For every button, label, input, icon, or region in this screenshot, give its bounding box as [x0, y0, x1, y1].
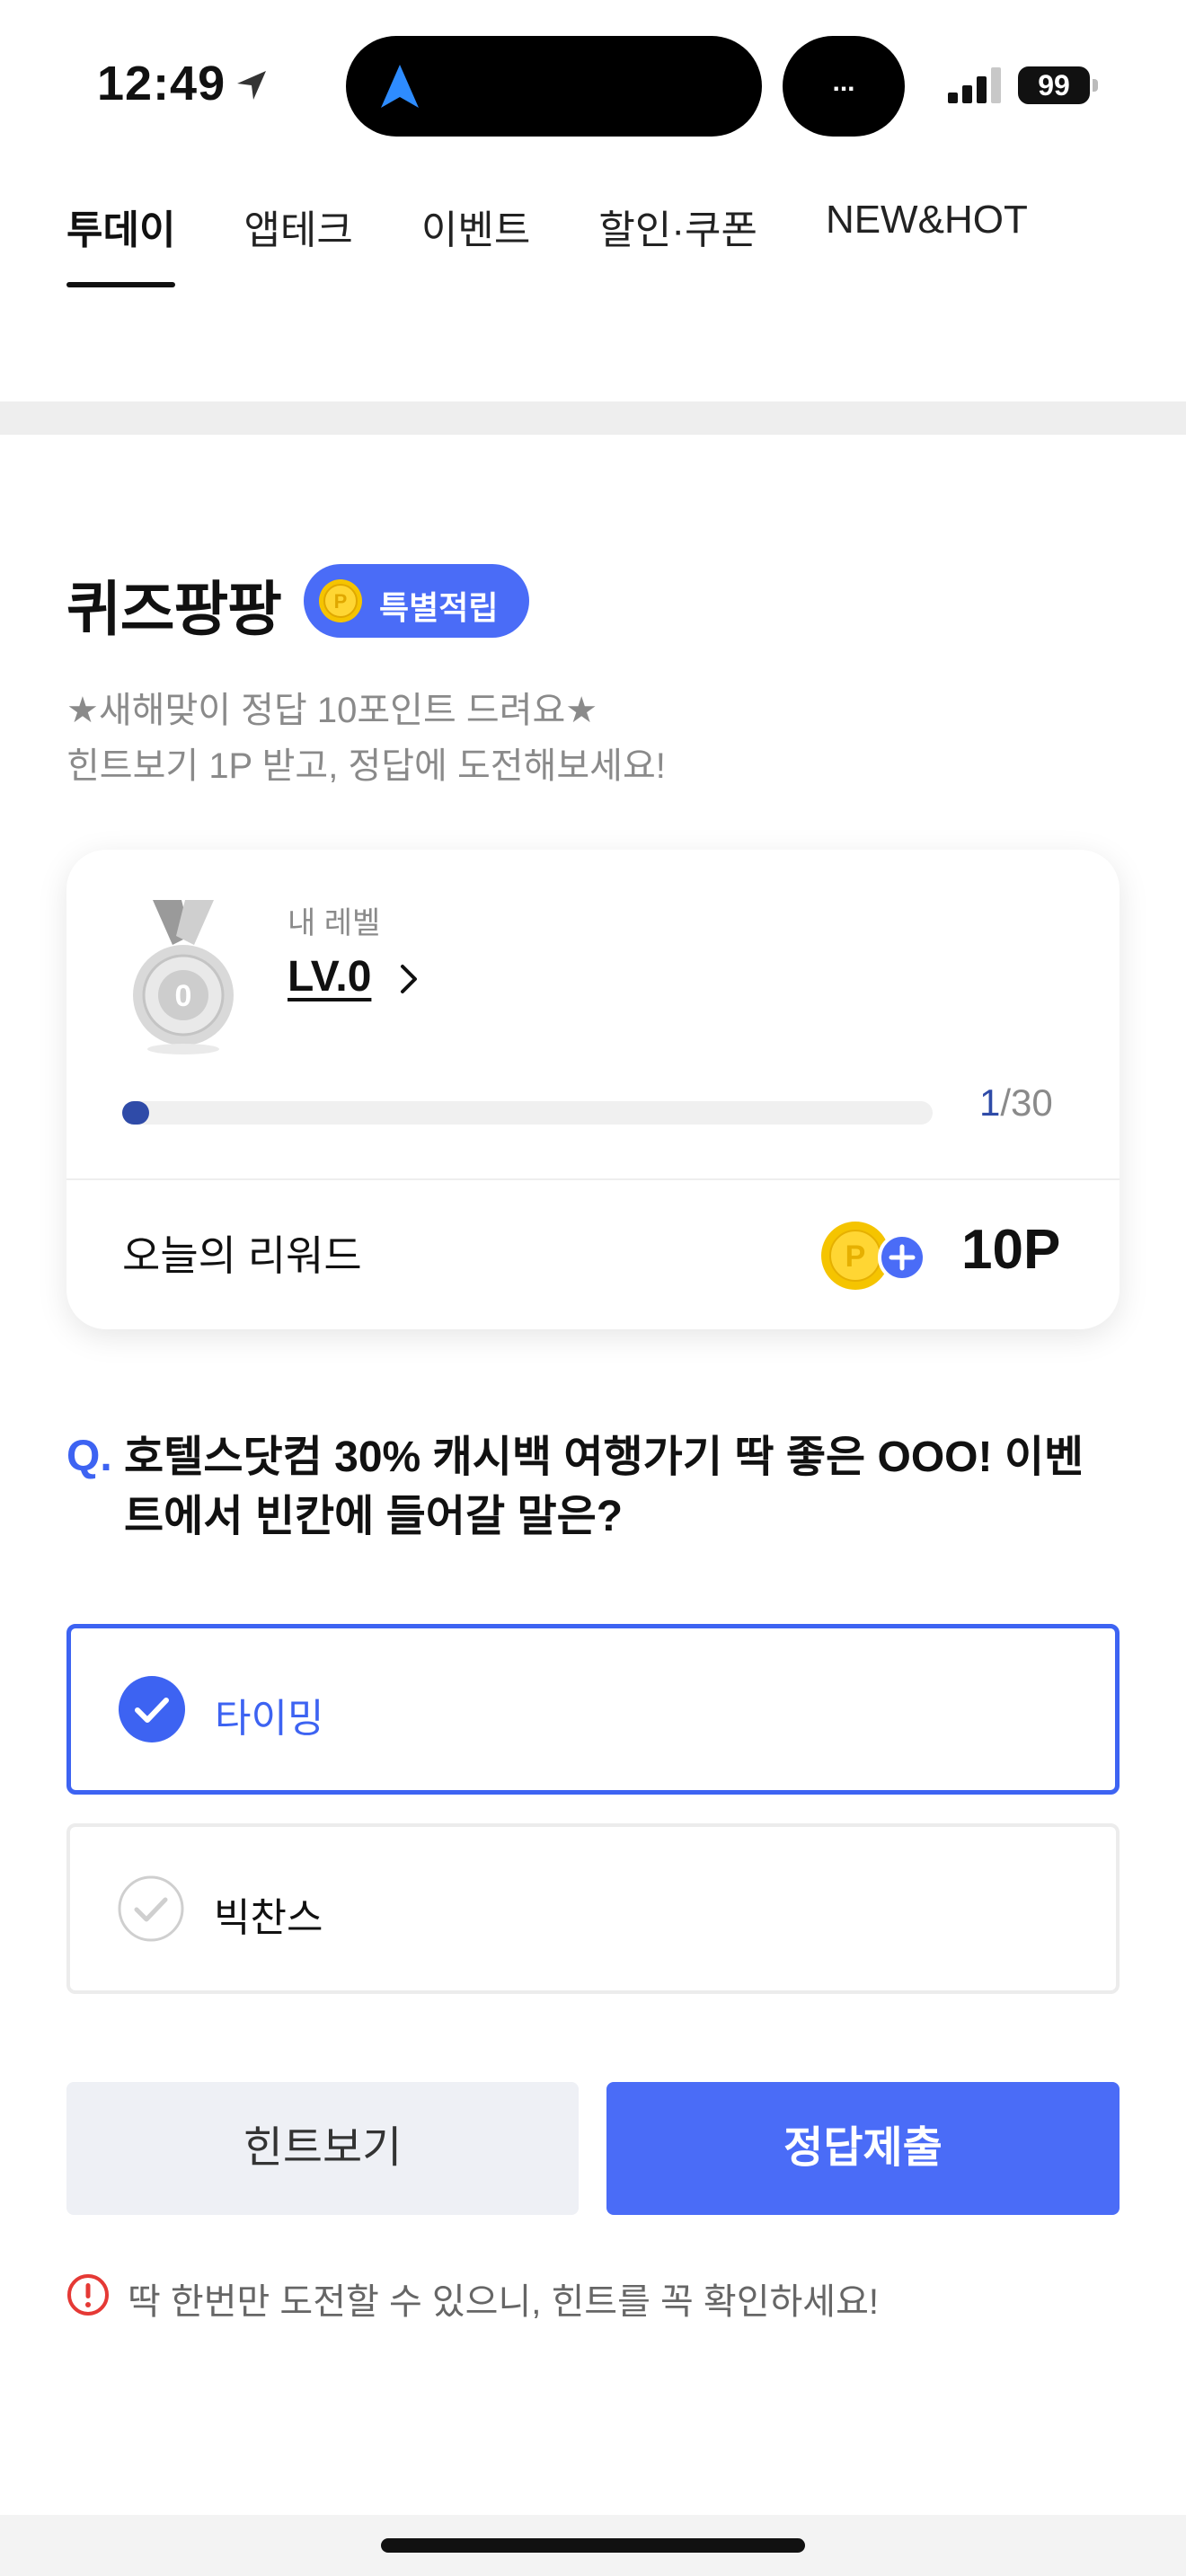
question-text: 호텔스닷컴 30% 캐시백 여행가기 딱 좋은 OOO! 이벤트에서 빈칸에 들…: [124, 1434, 1084, 1540]
question-mark-label: Q.: [66, 1433, 112, 1480]
tab-apptech[interactable]: 앱테크: [243, 198, 352, 255]
my-level-label: 내 레벨: [288, 906, 381, 940]
check-circle-filled-icon: [119, 1676, 185, 1742]
medal-icon: 0: [133, 900, 234, 1054]
medal-number: 0: [175, 979, 192, 1013]
card-divider: [66, 1178, 1120, 1180]
svg-text:P: P: [845, 1239, 866, 1274]
description-line-1: ★새해맞이 정답 10포인트 드려요★: [66, 691, 598, 730]
badge-label: 특별적립: [379, 589, 499, 626]
quiz-description: ★새해맞이 정답 10포인트 드려요★ 힌트보기 1P 받고, 정답에 도전해보…: [66, 683, 666, 794]
tab-new-hot[interactable]: NEW&HOT: [826, 198, 1028, 255]
tab-discount-coupon[interactable]: 할인·쿠폰: [598, 198, 757, 255]
tab-today[interactable]: 투데이: [66, 198, 176, 287]
navigation-arrow-icon: [381, 65, 419, 108]
top-tab-bar: 투데이 앱테크 이벤트 할인·쿠폰 NEW&HOT: [66, 198, 1096, 287]
status-time: 12:49: [97, 57, 226, 110]
coin-plus-icon: P: [821, 1222, 926, 1290]
answer-option-2[interactable]: 빅찬스: [66, 1823, 1120, 1994]
battery-tip: [1093, 79, 1098, 92]
level-progress-bar: [122, 1101, 933, 1125]
dynamic-island-more[interactable]: ...: [783, 36, 905, 137]
progress-current: 1: [979, 1081, 1001, 1124]
warning-message: 딱 한번만 도전할 수 있으니, 힌트를 꼭 확인하세요!: [128, 2282, 880, 2322]
description-line-2: 힌트보기 1P 받고, 정답에 도전해보세요!: [66, 746, 666, 786]
check-circle-outline-icon: [118, 1875, 184, 1942]
cellular-signal-icon: [948, 67, 1001, 103]
answer-option-1-label: 타이밍: [215, 1697, 324, 1741]
answer-option-1[interactable]: 타이밍: [66, 1624, 1120, 1795]
coin-icon: P: [319, 579, 362, 622]
special-reward-badge: P 특별적립: [304, 564, 529, 638]
warning-icon: [67, 2274, 109, 2316]
battery-level: 99: [1018, 66, 1090, 104]
level-card: 0 내 레벨 LV.0 1/30 오늘의 리워드 P 10P: [66, 850, 1120, 1329]
quiz-title: 퀴즈팡팡: [66, 576, 282, 642]
hint-button[interactable]: 힌트보기: [66, 2082, 579, 2215]
level-progress-count: 1/30: [979, 1081, 1053, 1125]
answer-option-2-label: 빅찬스: [214, 1896, 323, 1940]
level-link[interactable]: LV.0: [288, 952, 371, 1001]
level-progress-fill: [122, 1101, 149, 1125]
today-reward-value: 10P: [961, 1219, 1061, 1281]
tab-event[interactable]: 이벤트: [421, 198, 530, 255]
submit-answer-button[interactable]: 정답제출: [606, 2082, 1120, 2215]
location-arrow-icon: [237, 71, 266, 100]
progress-total: /30: [1000, 1081, 1053, 1124]
chevron-right-icon[interactable]: [397, 963, 422, 995]
today-reward-label: 오늘의 리워드: [122, 1232, 362, 1279]
section-divider: [0, 401, 1186, 435]
svg-text:P: P: [334, 590, 348, 613]
home-indicator[interactable]: [381, 2538, 805, 2553]
